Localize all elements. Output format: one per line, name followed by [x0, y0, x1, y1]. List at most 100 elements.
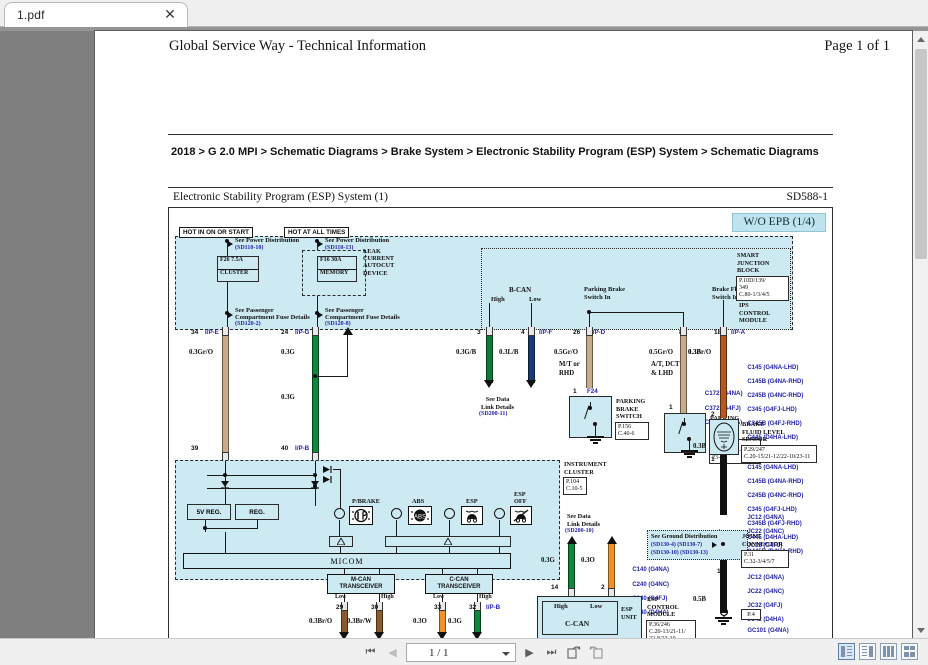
connector-pin — [312, 327, 319, 336]
rotate-clockwise-icon[interactable] — [565, 643, 582, 662]
chevron-down-icon[interactable] — [502, 652, 510, 656]
vertical-scrollbar[interactable] — [912, 31, 928, 638]
c-can-transceiver-label: C-CAN TRANSCEIVER — [437, 576, 481, 591]
next-page-icon[interactable]: ▶ — [521, 643, 538, 662]
wire-label-30: 0.3Br/W — [347, 618, 372, 625]
continuous-view-icon[interactable] — [859, 643, 876, 660]
wire-black-ground-lower — [720, 560, 727, 613]
wire-label-29: 0.3Br/O — [309, 618, 333, 625]
cluster-pin-30: 30 — [371, 604, 379, 611]
wire-tan-34 — [222, 336, 229, 452]
previous-page-icon[interactable]: ◀ — [384, 643, 401, 662]
section-title-bar: Electronic Stability Program (ESP) Syste… — [168, 187, 833, 208]
sjb-pin-4: 4 — [521, 329, 525, 336]
esp-control-module-code: P.36/246 C.20-13/21-11/ 22-8/23-10 — [646, 620, 696, 638]
schematic-diagram: W/O EPB (1/4) HOT IN ON OR START HOT AT … — [168, 208, 833, 638]
ccan-high-label: High — [479, 594, 492, 600]
ground-distribution-refs: (SD130-4) (SD130-7) (SD130-10) (SD130-13… — [651, 542, 708, 556]
wire-label-05GrO-1: 0.5Gr/O — [554, 349, 578, 356]
wire-label-32: 0.3G — [448, 618, 462, 625]
instrument-cluster-label: INSTRUMENT CLUSTER — [564, 461, 607, 476]
cluster-pin-29: 29 — [336, 604, 344, 611]
mcan-low-label: Low — [335, 594, 347, 600]
esp-pin-right: 2 — [601, 584, 605, 591]
float-sensor-icon — [713, 422, 735, 452]
wire-green-3 — [486, 336, 493, 383]
svg-text:ABS: ABS — [414, 515, 426, 521]
esp-high-label: High — [554, 603, 568, 610]
xcvr-link — [442, 569, 443, 575]
esp-control-module-label: ESP CONTROL MODULE — [647, 596, 679, 619]
diode-icon — [221, 481, 229, 489]
reg-line — [257, 520, 258, 528]
bcan-high-line — [489, 303, 490, 328]
jc-bot-0: JC12 (G4NA) — [747, 575, 785, 581]
scrollbar-thumb[interactable] — [915, 49, 927, 259]
fuse-name-1: CLUSTER — [220, 270, 249, 276]
first-page-icon[interactable]: ⏮ — [362, 643, 379, 662]
cluster-conn-ipb-bottom: I/P-B — [486, 604, 501, 611]
tab-title: 1.pdf — [17, 8, 45, 22]
bfls-pin-bottom: 1 — [711, 456, 715, 463]
power-distribution-text-2: See Power Distribution — [325, 237, 390, 244]
junction-dot — [313, 374, 317, 378]
fuse-details-text-1b: Compartment Fuse Details — [235, 314, 310, 321]
wire-label-33: 0.3O — [413, 618, 427, 625]
connector-pin — [222, 327, 229, 336]
smart-junction-block-code: P.10D/139/ 349 C.80-1/3/4/5 — [736, 276, 789, 301]
sjb-internal-line — [589, 312, 590, 328]
sjb-conn-ipf: I/P-F — [539, 329, 553, 336]
indicator-label-abs: ABS — [412, 498, 425, 505]
data-link-ref-cluster: (SD200-10) — [565, 528, 594, 534]
gnd-id-0: GC101 (G4NA) — [747, 628, 789, 635]
diode-icon — [323, 466, 332, 473]
sjb-pin-34: 34 — [191, 329, 199, 336]
cluster-pin-32: 32 — [469, 604, 477, 611]
fuse-id-1: F26 7.5A — [220, 257, 243, 263]
indicator-label-pbrake: P/BRAKE — [352, 498, 380, 505]
fuse-details-text-2b: Compartment Fuse Details — [325, 314, 400, 321]
joint-connector-name: JOINT CONNECTOR — [742, 533, 783, 548]
page-number-input[interactable]: 1 / 1 — [406, 643, 516, 662]
esp-ccan-label: C-CAN — [565, 619, 590, 628]
lamp-icon — [334, 508, 345, 519]
junction-dot — [721, 542, 725, 546]
single-page-view-icon[interactable] — [838, 643, 855, 660]
bcan-low-line — [531, 303, 532, 328]
sjb-internal-line — [683, 312, 684, 328]
m-can-transceiver: M-CAN TRANSCEIVER — [327, 574, 395, 594]
scroll-down-icon[interactable] — [913, 622, 928, 638]
arrow-icon — [343, 327, 353, 335]
ground-point-code: P.4 — [741, 609, 761, 620]
last-page-icon[interactable]: ⏭ — [543, 643, 560, 662]
xcvr-link — [379, 569, 380, 575]
wire-label-03LB: 0.3L/B — [499, 349, 519, 356]
bcan-high-label: High — [491, 296, 505, 303]
scroll-up-icon[interactable] — [913, 31, 928, 47]
connector-pin — [680, 327, 687, 336]
esp-conn-1: C240 (G4NC) — [632, 581, 670, 588]
cluster-pin-39: 39 — [191, 445, 199, 452]
data-link-text-cluster: See Data Link Details — [567, 513, 601, 528]
lamp-icon — [391, 508, 402, 519]
wire-brown-30 — [376, 611, 383, 634]
indicator-label-esp-off: ESP OFF — [514, 491, 527, 506]
esp-unit-label: ESP UNIT — [621, 606, 637, 621]
junction-dot — [315, 311, 319, 315]
breadcrumb: 2018 > G 2.0 MPI > Schematic Diagrams > … — [171, 146, 819, 158]
bfls-top-0: C145 (G4NA-LHD) — [747, 365, 799, 371]
switch-contact — [682, 422, 686, 426]
browser-tab[interactable]: 1.pdf ✕ — [4, 2, 188, 27]
section-title: Electronic Stability Program (ESP) Syste… — [173, 191, 388, 203]
book-view-icon[interactable] — [901, 643, 918, 660]
facing-pages-view-icon[interactable] — [880, 643, 897, 660]
smart-junction-block-label: SMART JUNCTION BLOCK — [737, 252, 770, 274]
close-icon[interactable]: ✕ — [163, 7, 177, 21]
cluster-pin-33: 33 — [434, 604, 442, 611]
xcvr-link — [344, 569, 345, 575]
diode-icon — [323, 476, 332, 483]
wire-label-03GB: 0.3G/B — [456, 349, 477, 356]
rotate-counterclockwise-icon[interactable] — [587, 643, 604, 662]
m-can-transceiver-label: M-CAN TRANSCEIVER — [339, 576, 383, 591]
fuse-details-text-2a: See Passenger — [325, 307, 364, 314]
